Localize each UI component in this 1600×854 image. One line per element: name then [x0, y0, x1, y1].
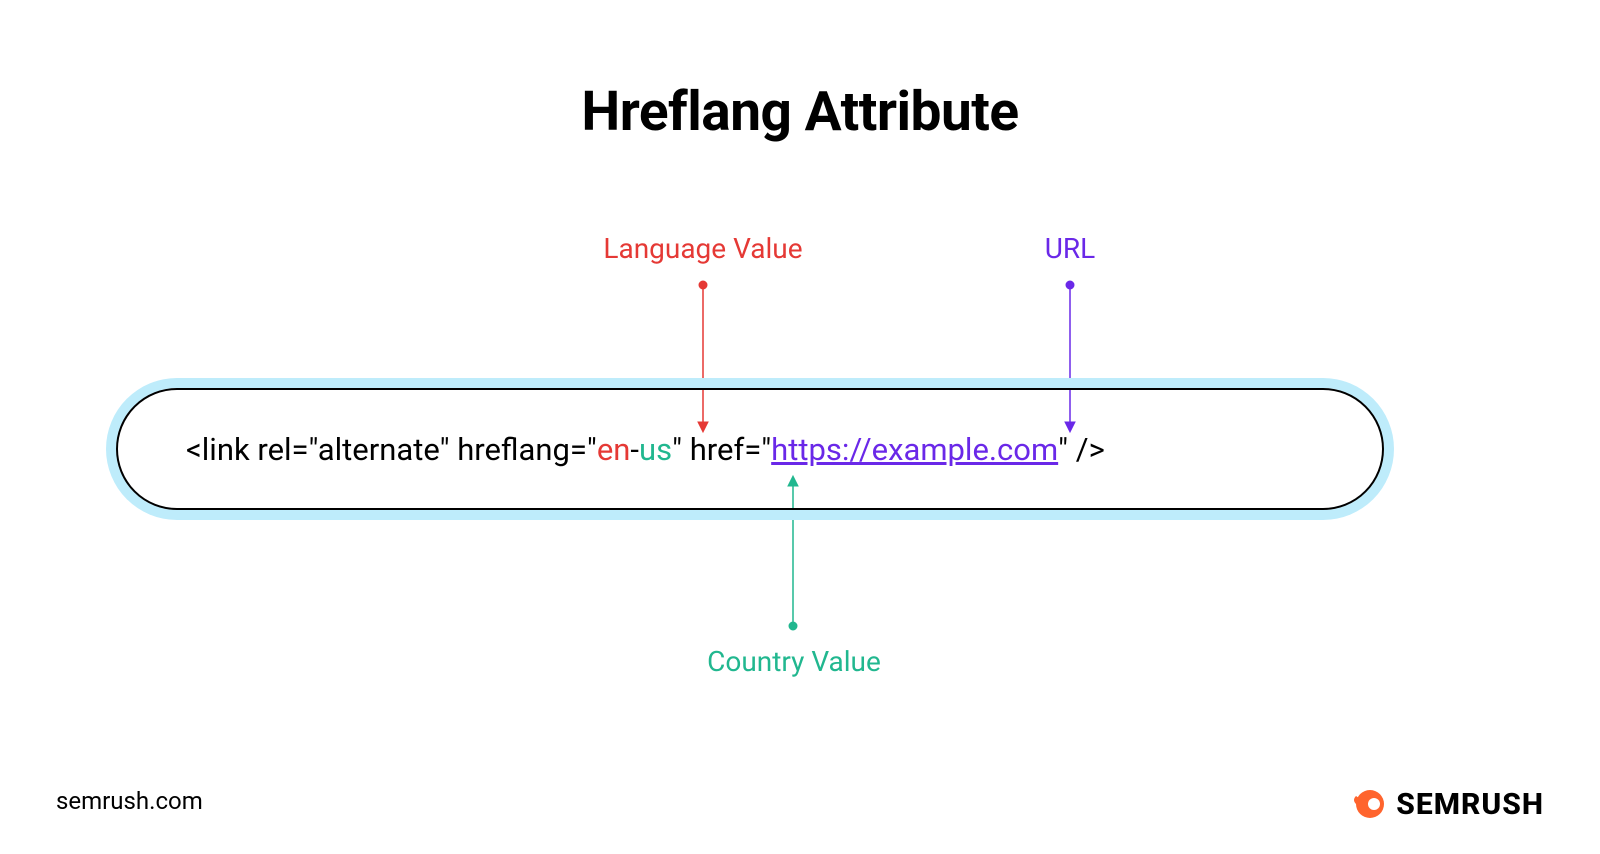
- diagram-title: Hreflang Attribute: [0, 80, 1600, 144]
- code-suffix: " />: [1058, 431, 1105, 468]
- code-mid: " href=": [672, 431, 771, 468]
- code-example-box: <link rel="alternate" hreflang="en-us" h…: [116, 388, 1384, 510]
- code-url-value: https://example.com: [771, 431, 1058, 468]
- brand-logo: SEMRUSH: [1350, 786, 1544, 822]
- country-value-label: Country Value: [694, 645, 894, 678]
- footer-domain: semrush.com: [56, 787, 203, 815]
- url-label: URL: [1030, 232, 1110, 265]
- code-prefix: <link rel="alternate" hreflang=": [186, 431, 597, 468]
- brand-name: SEMRUSH: [1396, 787, 1544, 822]
- code-language-value: en: [597, 431, 631, 468]
- code-separator: -: [630, 431, 639, 468]
- code-country-value: us: [639, 431, 672, 468]
- fireball-icon: [1350, 786, 1386, 822]
- language-value-label: Language Value: [603, 232, 803, 265]
